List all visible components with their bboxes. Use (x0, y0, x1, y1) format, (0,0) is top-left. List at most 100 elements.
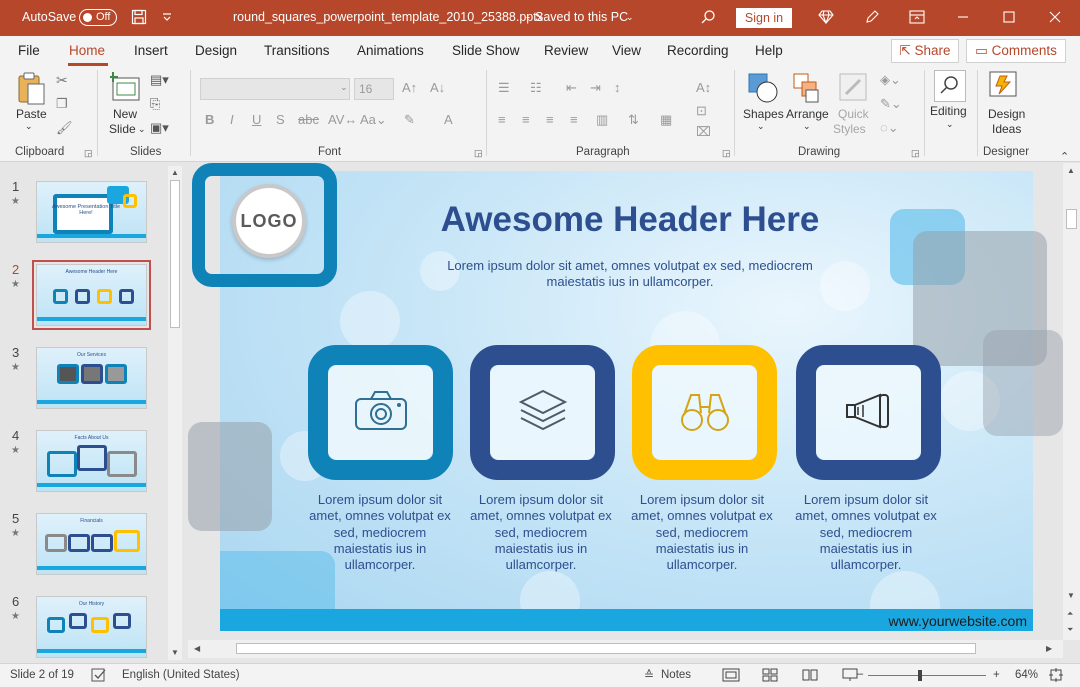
tile-text-1[interactable]: Lorem ipsum dolor sit amet, omnes volutp… (305, 492, 455, 573)
zoom-out-icon[interactable]: − (857, 669, 864, 681)
tab-transitions[interactable]: Transitions (264, 43, 330, 58)
tile-text-2[interactable]: Lorem ipsum dolor sit amet, omnes volutp… (466, 492, 616, 573)
quick-styles-label-1[interactable]: Quick (838, 107, 869, 121)
bullets-icon[interactable]: ☰ (498, 80, 510, 96)
text-direction-2-icon[interactable]: A↕ (696, 80, 711, 95)
tile-megaphone[interactable] (796, 345, 941, 480)
slide-thumbnail-4[interactable]: Facts About Us (36, 430, 147, 492)
thumbnail-scrollbar[interactable]: ▲ ▼ (168, 166, 182, 660)
justify-icon[interactable]: ≡ (570, 112, 578, 127)
shapes-chevron-icon[interactable]: ⌄ (757, 121, 765, 132)
tile-camera[interactable] (308, 345, 453, 480)
scroll-down-icon[interactable]: ▼ (171, 648, 179, 657)
slide-thumbnail-2[interactable]: Awesome Header Here (32, 260, 151, 330)
dialog-launcher-icon[interactable]: ◲ (474, 148, 483, 159)
copy-icon[interactable]: ❐ (56, 96, 68, 112)
tab-design[interactable]: Design (195, 43, 237, 58)
editing-icon[interactable] (934, 70, 966, 102)
tile-binoculars[interactable] (632, 345, 777, 480)
slide-subtitle[interactable]: Lorem ipsum dolor sit amet, omnes volutp… (420, 258, 840, 290)
scrollbar-thumb[interactable] (236, 643, 976, 654)
shape-fill-icon[interactable]: ◈⌄ (880, 72, 901, 88)
align-right-icon[interactable]: ≡ (546, 112, 554, 127)
quick-styles-label-2[interactable]: Styles (833, 122, 866, 136)
italic-icon[interactable]: I (230, 112, 234, 127)
change-case-icon[interactable]: Aa⌄ (360, 112, 387, 128)
arrange-icon[interactable] (792, 72, 822, 107)
dialog-launcher-icon[interactable]: ◲ (84, 148, 93, 159)
tile-text-3[interactable]: Lorem ipsum dolor sit amet, omnes volutp… (627, 492, 777, 573)
scrollbar-thumb[interactable] (1066, 209, 1077, 229)
ribbon-display-icon[interactable] (906, 6, 928, 28)
format-painter-icon[interactable]: 🖌 (56, 120, 73, 136)
slide-counter[interactable]: Slide 2 of 19 (10, 669, 74, 681)
tab-insert[interactable]: Insert (134, 43, 168, 58)
new-slide-label-1[interactable]: New (113, 107, 137, 121)
reading-view-icon[interactable] (802, 668, 818, 685)
slide-thumbnail-3[interactable]: Our Services (36, 347, 147, 409)
align-center-icon[interactable]: ≡ (522, 112, 530, 127)
dialog-launcher-icon[interactable]: ◲ (911, 148, 920, 159)
next-slide-icon[interactable]: ⏷ (1067, 625, 1073, 635)
fit-to-window-icon[interactable] (1049, 668, 1063, 685)
slide-horizontal-scrollbar[interactable]: ◀ ▶ (188, 640, 1063, 658)
paste-chevron-icon[interactable]: ⌄ (25, 121, 33, 132)
scroll-up-icon[interactable]: ▲ (171, 168, 179, 177)
tab-file[interactable]: File (18, 43, 40, 58)
tab-review[interactable]: Review (544, 43, 588, 58)
pen-icon[interactable] (861, 6, 883, 28)
arrange-chevron-icon[interactable]: ⌄ (803, 121, 811, 132)
paste-label[interactable]: Paste (16, 107, 47, 121)
font-name-box[interactable] (200, 78, 350, 100)
increase-indent-icon[interactable]: ⇥ (590, 80, 601, 96)
scrollbar-thumb[interactable] (170, 180, 180, 328)
close-icon[interactable] (1044, 6, 1066, 28)
editing-chevron-icon[interactable]: ⌄ (946, 119, 954, 130)
cut-icon[interactable]: ✂ (56, 72, 68, 89)
diamond-icon[interactable] (815, 6, 837, 28)
highlight-icon[interactable]: ✎ (404, 112, 415, 128)
search-icon[interactable] (697, 6, 719, 28)
scroll-left-icon[interactable]: ◀ (194, 644, 200, 653)
slide-thumbnail-5[interactable]: Financials (36, 513, 147, 575)
zoom-level[interactable]: 64% (1015, 669, 1038, 681)
paste-icon[interactable] (16, 72, 46, 109)
underline-icon[interactable]: U (252, 112, 261, 127)
bold-icon[interactable]: B (205, 112, 214, 127)
font-name-chevron-icon[interactable]: ⌄ (340, 82, 348, 93)
align-text-icon[interactable]: ⊡ (696, 103, 707, 119)
shapes-label[interactable]: Shapes (743, 107, 784, 121)
section-icon[interactable]: ▣▾ (150, 120, 169, 136)
minimize-icon[interactable] (952, 6, 974, 28)
editing-label[interactable]: Editing (930, 104, 967, 118)
save-icon[interactable] (128, 6, 150, 28)
slide-thumbnail-1[interactable]: Awesome Presentation Title Here! (36, 181, 147, 243)
tab-view[interactable]: View (612, 43, 641, 58)
font-color-icon[interactable]: A (444, 112, 453, 127)
slide-vertical-scrollbar[interactable]: ▲ ▼ ⏶ ⏷ (1063, 163, 1080, 640)
shape-outline-icon[interactable]: ✎⌄ (880, 96, 902, 112)
columns-split-icon[interactable]: ▦ (660, 112, 672, 128)
scroll-right-icon[interactable]: ▶ (1046, 644, 1052, 653)
tab-recording[interactable]: Recording (667, 43, 729, 58)
design-ideas-label-1[interactable]: Design (988, 107, 1025, 121)
notes-button[interactable]: Notes (661, 669, 691, 681)
website-text[interactable]: www.yourwebsite.com (820, 613, 1028, 629)
dialog-launcher-icon[interactable]: ◲ (722, 148, 731, 159)
slide-title[interactable]: Awesome Header Here (420, 200, 840, 240)
collapse-ribbon-icon[interactable]: ⌃ (1060, 150, 1069, 163)
decrease-font-icon[interactable]: A↓ (430, 80, 445, 95)
font-size-box[interactable]: 16 (354, 78, 394, 100)
shape-effects-icon[interactable]: ◌⌄ (880, 120, 899, 136)
smartart-icon[interactable]: ⌧ (696, 124, 711, 140)
arrange-label[interactable]: Arrange (786, 107, 829, 121)
new-slide-chevron-icon[interactable]: ⌄ (138, 124, 146, 135)
comments-button[interactable]: ▭ Comments (966, 39, 1066, 63)
maximize-icon[interactable] (998, 6, 1020, 28)
scroll-up-icon[interactable]: ▲ (1067, 166, 1075, 175)
tab-slide-show[interactable]: Slide Show (452, 43, 520, 58)
new-slide-label-2[interactable]: Slide (109, 122, 136, 136)
slide-thumbnail-6[interactable]: Our History (36, 596, 147, 658)
previous-slide-icon[interactable]: ⏶ (1067, 609, 1073, 619)
customize-qat-icon[interactable] (156, 6, 178, 28)
